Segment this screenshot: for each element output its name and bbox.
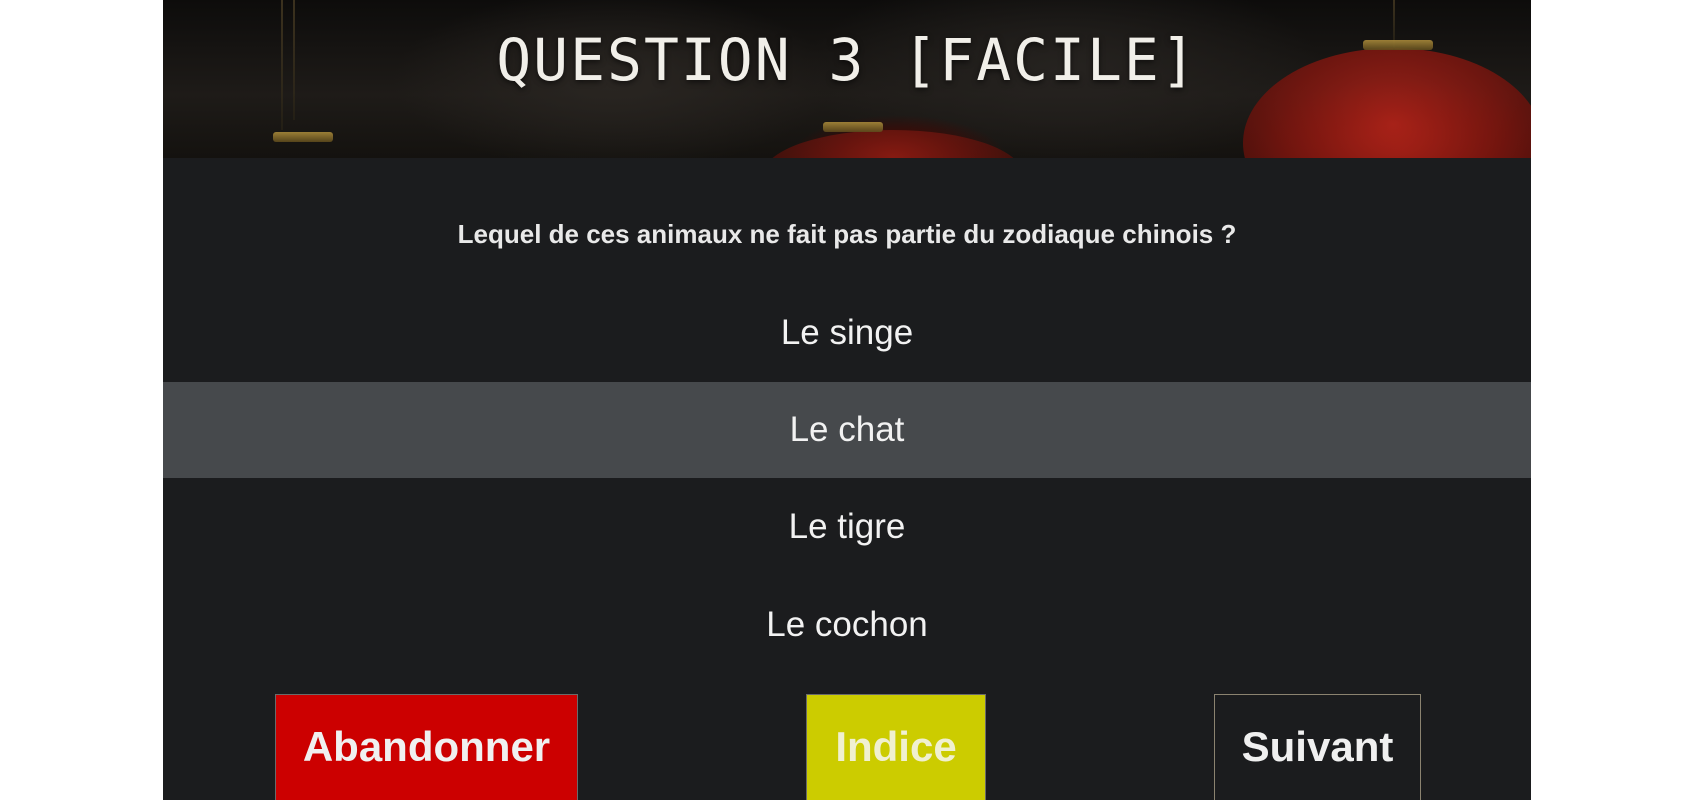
answer-option-3[interactable]: Le tigre [163, 479, 1531, 575]
lantern-cap-decoration [823, 122, 883, 132]
answer-option-2[interactable]: Le chat [163, 382, 1531, 478]
answer-option-4[interactable]: Le cochon [163, 577, 1531, 673]
answer-option-1[interactable]: Le singe [163, 285, 1531, 381]
abandon-button[interactable]: Abandonner [275, 694, 578, 800]
page-title: QUESTION 3 [FACILE] [496, 26, 1198, 94]
lantern-cap-decoration [273, 132, 333, 142]
quiz-panel: QUESTION 3 [FACILE] Lequel de ces animau… [163, 0, 1531, 800]
question-text: Lequel de ces animaux ne fait pas partie… [457, 219, 1237, 249]
lantern-image-middle [763, 130, 1023, 158]
header-banner: QUESTION 3 [FACILE] [163, 0, 1531, 158]
hint-button[interactable]: Indice [806, 694, 986, 800]
next-button[interactable]: Suivant [1214, 694, 1421, 800]
